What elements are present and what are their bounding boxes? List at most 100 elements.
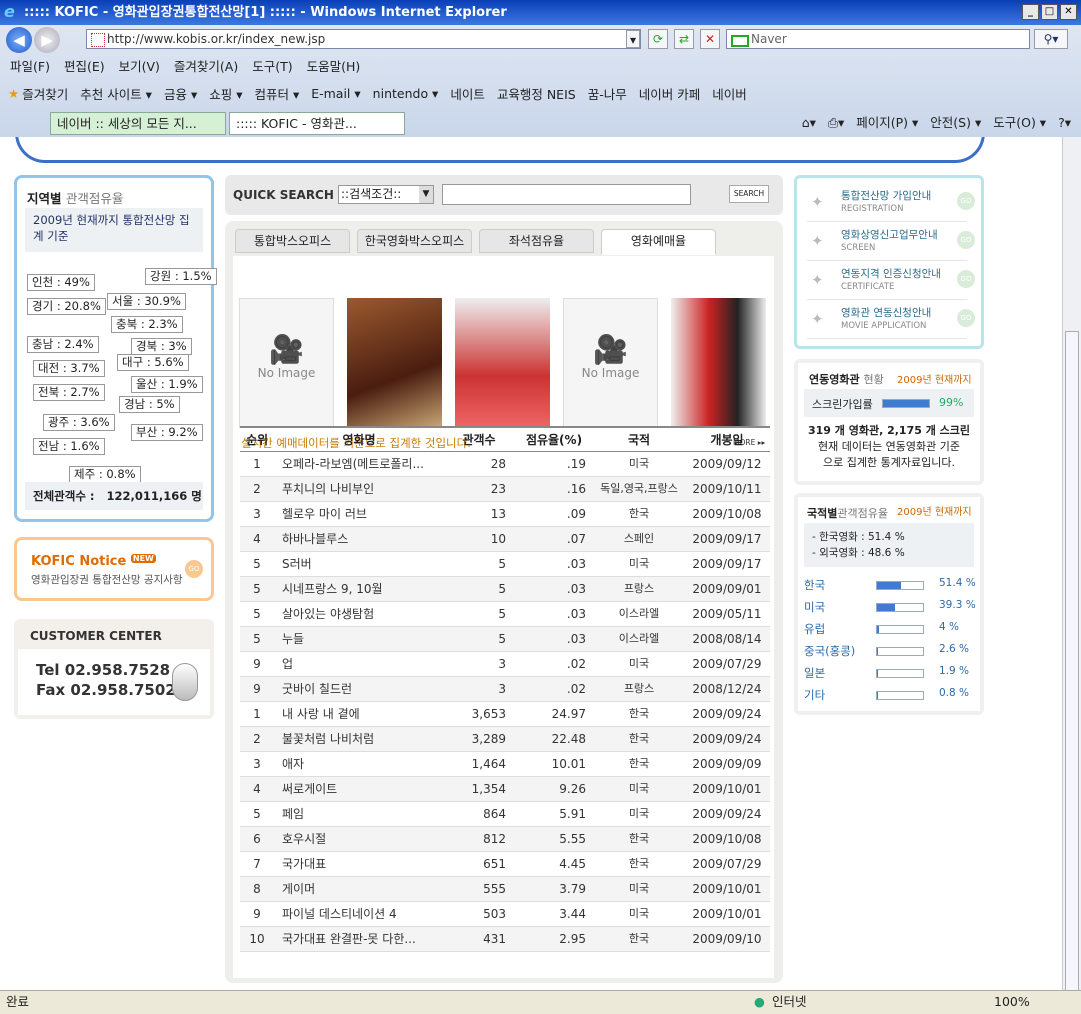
movie-title[interactable]: 써로게이트 xyxy=(274,776,444,802)
search-icon[interactable]: ⚲▾ xyxy=(1034,29,1068,49)
table-row[interactable]: 5 살아있는 야생탐험 5.03 이스라엘 2009/05/11 xyxy=(240,601,770,627)
table-row[interactable]: 5 누들 5.03 이스라엘 2008/08/14 xyxy=(240,626,770,652)
table-row[interactable]: 9 굿바이 칠드런 3.02 프랑스 2008/12/24 xyxy=(240,676,770,702)
tab-seat-share[interactable]: 좌석점유율 xyxy=(479,229,594,253)
fav-email[interactable]: E-mail ▾ xyxy=(311,86,360,101)
table-row[interactable]: 7 국가대표 651 4.45 한국 2009/07/29 xyxy=(240,851,770,877)
close-button[interactable]: ✕ xyxy=(1060,4,1077,20)
tab-reservation-rate[interactable]: 영화예매율 xyxy=(601,229,716,255)
fav-suggested[interactable]: 추천 사이트 ▾ xyxy=(80,84,152,103)
menu-tools[interactable]: 도구(T) xyxy=(252,56,292,78)
movie-title[interactable]: 푸치니의 나비부인 xyxy=(274,476,444,502)
column-header[interactable]: 개봉일 xyxy=(684,426,770,452)
fav-nintendo[interactable]: nintendo ▾ xyxy=(373,86,439,101)
poster-5[interactable] xyxy=(671,298,766,428)
cmd-safety[interactable]: 안전(S) ▾ xyxy=(930,112,981,134)
info-link[interactable]: ✦ 영화관 연동신청안내 MOVIE APPLICATION GO xyxy=(807,301,975,339)
fav-shopping[interactable]: 쇼핑 ▾ xyxy=(209,84,242,103)
search-button[interactable]: SEARCH xyxy=(729,185,769,203)
vertical-scrollbar[interactable] xyxy=(1062,137,1081,1014)
table-row[interactable]: 5 페임 864 5.91 미국 2009/09/24 xyxy=(240,801,770,827)
info-link[interactable]: ✦ 연동지격 인증신청안내 CERTIFICATE GO xyxy=(807,262,975,300)
movie-title[interactable]: 오페라-라보엠(메트로폴리... xyxy=(274,451,444,477)
movie-title[interactable]: 페임 xyxy=(274,801,444,827)
movie-title[interactable]: 살아있는 야생탐험 xyxy=(274,601,444,627)
notice-go-button[interactable]: GO xyxy=(185,560,203,578)
table-row[interactable]: 4 써로게이트 1,354 9.26 미국 2009/10/01 xyxy=(240,776,770,802)
info-link[interactable]: ✦ 영화상영신고업무안내 SCREEN GO xyxy=(807,223,975,261)
movie-title[interactable]: 국가대표 xyxy=(274,851,444,877)
table-row[interactable]: 9 파이널 데스티네이션 4 503 3.44 미국 2009/10/01 xyxy=(240,901,770,927)
menu-favorites[interactable]: 즐겨찾기(A) xyxy=(174,56,238,78)
fav-neis[interactable]: 교육행정 NEIS xyxy=(497,84,576,103)
refresh-icon[interactable]: ⇄ xyxy=(674,29,694,49)
menu-file[interactable]: 파일(F) xyxy=(10,56,50,78)
scrollbar-thumb[interactable] xyxy=(1065,331,1079,1014)
browser-tab-kofic[interactable]: ::::: KOFIC - 영화관... xyxy=(229,112,405,135)
table-row[interactable]: 8 게이머 555 3.79 미국 2009/10/01 xyxy=(240,876,770,902)
minimize-button[interactable]: _ xyxy=(1022,4,1039,20)
search-input[interactable]: Naver xyxy=(726,29,1030,49)
movie-title[interactable]: 누들 xyxy=(274,626,444,652)
movie-title[interactable]: 헬로우 마이 러브 xyxy=(274,501,444,527)
info-link[interactable]: ✦ 통합전산망 가입안내 REGISTRATION GO xyxy=(807,184,975,222)
menu-view[interactable]: 보기(V) xyxy=(119,56,160,78)
movie-title[interactable]: 국가대표 완결판-못 다한... xyxy=(274,926,444,952)
movie-title[interactable]: 내 사랑 내 곁에 xyxy=(274,701,444,727)
movie-title[interactable]: 하바나블루스 xyxy=(274,526,444,552)
table-row[interactable]: 1내 사랑 내 곁에 3,653 24.97 한국 2009/09/24 xyxy=(240,701,770,727)
column-header[interactable]: 관객수 xyxy=(444,426,514,452)
movie-title[interactable]: 애자 xyxy=(274,751,444,777)
browser-tab-naver[interactable]: 네이버 :: 세상의 모든 지... xyxy=(50,112,226,135)
search-condition-select[interactable]: ::검색조건:: ▼ xyxy=(338,185,434,204)
fav-naver-cafe[interactable]: 네이버 카페 xyxy=(639,84,700,103)
table-row[interactable]: 9 업 3.02 미국 2009/07/29 xyxy=(240,651,770,677)
go-button[interactable]: GO xyxy=(957,192,975,210)
go-button[interactable]: GO xyxy=(957,309,975,327)
table-row[interactable]: 2 불꽃처럼 나비처럼 3,289 22.48 한국 2009/09/24 xyxy=(240,726,770,752)
menu-help[interactable]: 도움말(H) xyxy=(307,56,361,78)
fav-dream[interactable]: 꿈-나무 xyxy=(588,84,627,103)
movie-title[interactable]: 파이널 데스티네이션 4 xyxy=(274,901,444,927)
maximize-button[interactable]: □ xyxy=(1041,4,1058,20)
table-row[interactable]: 5 S러버 5.03 미국 2009/09/17 xyxy=(240,551,770,577)
table-row[interactable]: 3 헬로우 마이 러브 13.09 한국 2009/10/08 xyxy=(240,501,770,527)
movie-title[interactable]: 게이머 xyxy=(274,876,444,902)
table-row[interactable]: 4 하바나블루스 10.07 스페인 2009/09/17 xyxy=(240,526,770,552)
table-row[interactable]: 1 오페라-라보엠(메트로폴리... 28.19 미국 2009/09/12 xyxy=(240,451,770,477)
forward-button[interactable]: ▶ xyxy=(34,27,60,53)
compat-icon[interactable]: ⟳ xyxy=(648,29,668,49)
movie-title[interactable]: 불꽃처럼 나비처럼 xyxy=(274,726,444,752)
movie-title[interactable]: 호우시절 xyxy=(274,826,444,852)
address-bar[interactable]: http://www.kobis.or.kr/index_new.jsp xyxy=(86,29,641,49)
poster-1[interactable]: 🎥 No Image xyxy=(239,298,334,428)
fav-nate[interactable]: 네이트 xyxy=(450,84,485,103)
fav-computer[interactable]: 컴퓨터 ▾ xyxy=(254,84,299,103)
poster-2[interactable] xyxy=(347,298,442,428)
movie-title[interactable]: 업 xyxy=(274,651,444,677)
poster-3[interactable] xyxy=(455,298,550,428)
fav-finance[interactable]: 금융 ▾ xyxy=(164,84,197,103)
kofic-notice-box[interactable]: KOFIC Notice NEW 영화관입장권 통합전산망 공지사항 GO xyxy=(14,537,214,601)
back-button[interactable]: ◀ xyxy=(6,27,32,53)
zoom-level[interactable]: 100% xyxy=(994,991,1030,1013)
movie-title[interactable]: 시네프랑스 9, 10월 xyxy=(274,576,444,602)
column-header[interactable]: 국적 xyxy=(594,426,684,452)
table-row[interactable]: 2 푸치니의 나비부인 23.16 독일,영국,프랑스 2009/10/11 xyxy=(240,476,770,502)
stop-icon[interactable]: ✕ xyxy=(700,29,720,49)
go-button[interactable]: GO xyxy=(957,270,975,288)
quick-search-input[interactable] xyxy=(442,184,691,205)
column-header[interactable]: 영화명 xyxy=(274,426,444,452)
home-icon[interactable]: ⌂▾ xyxy=(802,112,816,134)
menu-edit[interactable]: 편집(E) xyxy=(64,56,105,78)
table-row[interactable]: 10 국가대표 완결판-못 다한... 431 2.95 한국 2009/09/10 xyxy=(240,926,770,952)
fav-favorites[interactable]: 즐겨찾기 xyxy=(22,84,68,103)
table-row[interactable]: 6 호우시절 812 5.55 한국 2009/10/08 xyxy=(240,826,770,852)
tab-korean-boxoffice[interactable]: 한국영화박스오피스 xyxy=(357,229,472,253)
table-row[interactable]: 3 애자 1,464 10.01 한국 2009/09/09 xyxy=(240,751,770,777)
poster-4[interactable]: 🎥 No Image xyxy=(563,298,658,428)
cmd-tools[interactable]: 도구(O) ▾ xyxy=(993,112,1046,134)
print-icon[interactable]: ⎙▾ xyxy=(828,112,844,134)
help-icon[interactable]: ?▾ xyxy=(1058,112,1071,134)
cmd-page[interactable]: 페이지(P) ▾ xyxy=(856,112,918,134)
